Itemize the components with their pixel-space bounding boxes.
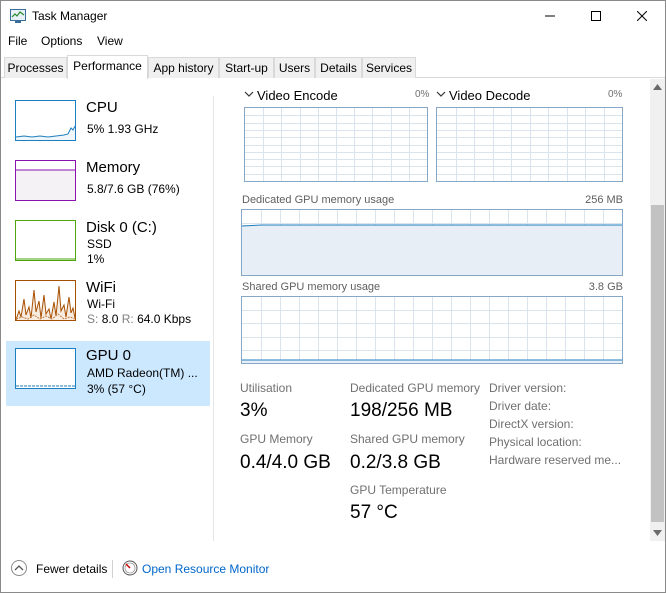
menu-options[interactable]: Options xyxy=(41,34,82,48)
menu-bar: File Options View xyxy=(1,32,665,52)
wifi-receive-label: R: xyxy=(121,312,134,326)
sidebar-item-name: WiFi xyxy=(86,279,116,296)
sidebar-item-name: CPU xyxy=(86,99,118,116)
minimize-icon xyxy=(545,15,555,17)
task-manager-window: Task Manager File Options View Processes… xyxy=(0,0,666,593)
sidebar-item-disk[interactable]: Disk 0 (C:) SSD 1% xyxy=(6,213,210,278)
cpu-thumbnail-graph xyxy=(15,100,76,141)
pane-divider xyxy=(213,96,214,541)
menu-view[interactable]: View xyxy=(97,34,123,48)
sidebar-item-name: Disk 0 (C:) xyxy=(86,219,157,236)
video-decode-graph xyxy=(436,107,623,182)
shared-memory-graph xyxy=(241,296,623,364)
tab-app-history[interactable]: App history xyxy=(148,57,219,78)
shared-memory-value: 0.2/3.8 GB xyxy=(350,452,441,473)
minimize-button[interactable] xyxy=(527,1,573,31)
sidebar-item-cpu[interactable]: CPU 5% 1.93 GHz xyxy=(6,93,210,158)
dedicated-memory-value: 198/256 MB xyxy=(350,400,453,421)
engine-video-encode-percent: 0% xyxy=(415,89,430,100)
title-bar: Task Manager xyxy=(1,1,665,31)
footer-divider xyxy=(112,560,113,578)
dedicated-memory-graph-max: 256 MB xyxy=(585,194,623,206)
gpu-temperature-label: GPU Temperature xyxy=(350,483,447,497)
close-icon xyxy=(637,11,647,21)
graph-gridlines xyxy=(437,108,622,181)
sidebar-item-name: Memory xyxy=(86,159,141,176)
sidebar-item-detail: SSD xyxy=(87,237,112,251)
tab-details[interactable]: Details xyxy=(315,57,362,78)
shared-memory-graph-max: 3.8 GB xyxy=(588,281,623,293)
driver-version-label: Driver version: xyxy=(489,381,567,395)
sidebar-item-name: GPU 0 xyxy=(86,347,132,364)
sidebar-item-detail-2: S: 8.0 R: 64.0 Kbps xyxy=(87,312,191,326)
sidebar-item-detail: 5.8/7.6 GB (76%) xyxy=(87,182,180,196)
tab-users[interactable]: Users xyxy=(274,57,315,78)
hardware-reserved-memory-label: Hardware reserved me... xyxy=(489,453,622,467)
footer: Fewer details Open Resource Monitor xyxy=(1,550,665,590)
scroll-down-arrow-icon[interactable] xyxy=(653,530,662,536)
resource-monitor-icon[interactable] xyxy=(122,560,138,576)
utilisation-value: 3% xyxy=(240,400,268,421)
utilisation-label: Utilisation xyxy=(240,381,293,395)
sidebar-item-detail: Wi-Fi xyxy=(87,297,115,311)
sidebar-item-detail-2: 1% xyxy=(87,252,105,266)
vertical-scrollbar[interactable] xyxy=(650,79,665,541)
maximize-icon xyxy=(591,11,601,21)
shared-memory-graph-label: Shared GPU memory usage xyxy=(242,281,381,293)
gpu-memory-label: GPU Memory xyxy=(240,432,313,446)
dedicated-memory-graph-label: Dedicated GPU memory usage xyxy=(242,194,395,206)
open-resource-monitor-link[interactable]: Open Resource Monitor xyxy=(142,562,269,576)
physical-location-label: Physical location: xyxy=(489,435,582,449)
dedicated-memory-graph xyxy=(241,209,623,276)
chevron-up-icon[interactable] xyxy=(11,560,27,576)
engine-video-decode-label[interactable]: Video Decode xyxy=(449,88,530,103)
graph-gridlines xyxy=(245,108,427,181)
wifi-receive-value: 64.0 Kbps xyxy=(137,312,192,326)
performance-sidebar: CPU 5% 1.93 GHz Memory 5.8/7.6 GB (76%) … xyxy=(1,79,213,541)
sidebar-item-gpu[interactable]: GPU 0 AMD Radeon(TM) ... 3% (57 °C) xyxy=(6,341,210,406)
scrollbar-thumb[interactable] xyxy=(651,205,664,522)
gpu-detail-pane: Video Encode 0% Video Decode 0% Dedicate… xyxy=(216,79,650,541)
chevron-down-icon[interactable] xyxy=(244,89,254,99)
sidebar-item-detail: 5% 1.93 GHz xyxy=(87,122,159,136)
driver-date-label: Driver date: xyxy=(489,399,552,413)
gpu-thumbnail-graph xyxy=(15,348,76,389)
graph-gridlines xyxy=(242,297,622,363)
task-manager-icon xyxy=(10,9,26,23)
engine-video-decode-percent: 0% xyxy=(608,89,623,100)
gpu-temperature-value: 57 °C xyxy=(350,502,398,523)
wifi-thumbnail-graph xyxy=(15,280,76,321)
tab-start-up[interactable]: Start-up xyxy=(219,57,274,78)
fewer-details-button[interactable]: Fewer details xyxy=(36,562,107,576)
sidebar-item-wifi[interactable]: WiFi Wi-Fi S: 8.0 R: 64.0 Kbps xyxy=(6,273,210,338)
tab-services[interactable]: Services xyxy=(362,57,416,78)
sidebar-item-detail-2: 3% (57 °C) xyxy=(87,382,146,396)
dedicated-memory-label: Dedicated GPU memory xyxy=(350,381,481,395)
tab-bar: Processes Performance App history Start-… xyxy=(1,55,665,79)
sidebar-item-memory[interactable]: Memory 5.8/7.6 GB (76%) xyxy=(6,153,210,218)
scroll-up-arrow-icon[interactable] xyxy=(653,84,662,90)
menu-file[interactable]: File xyxy=(8,34,27,48)
directx-version-label: DirectX version: xyxy=(489,417,574,431)
disk-thumbnail-graph xyxy=(15,220,76,261)
sidebar-item-detail: AMD Radeon(TM) ... xyxy=(87,366,198,380)
engine-video-encode-label[interactable]: Video Encode xyxy=(257,88,338,103)
tab-performance[interactable]: Performance xyxy=(67,55,148,79)
wifi-send-label: S: xyxy=(87,312,99,326)
close-button[interactable] xyxy=(619,1,665,31)
memory-thumbnail-graph xyxy=(15,160,76,201)
tab-processes[interactable]: Processes xyxy=(4,57,67,78)
video-encode-graph xyxy=(244,107,428,182)
gpu-memory-value: 0.4/4.0 GB xyxy=(240,452,331,473)
wifi-send-value: 8.0 xyxy=(101,312,119,326)
shared-memory-label: Shared GPU memory xyxy=(350,432,465,446)
maximize-button[interactable] xyxy=(573,1,619,31)
window-title: Task Manager xyxy=(32,9,108,23)
chevron-down-icon[interactable] xyxy=(436,89,446,99)
